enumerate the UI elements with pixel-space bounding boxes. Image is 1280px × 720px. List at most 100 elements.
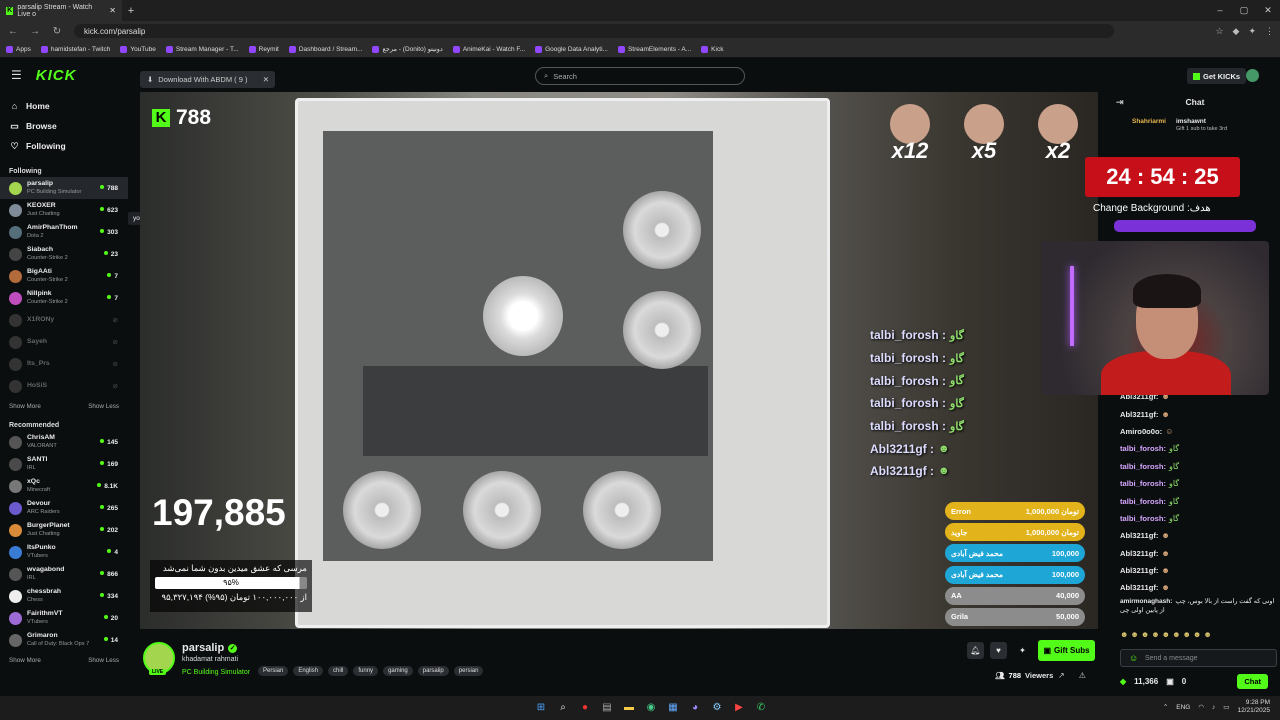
collapse-chat-icon[interactable]: ⇥ xyxy=(1116,97,1124,108)
star-icon[interactable]: ☆ xyxy=(1215,26,1223,37)
bookmark-item[interactable]: AnimeKai - Watch F... xyxy=(452,45,525,53)
sidebar-channel[interactable]: Siabach Counter-Strike 2 23 xyxy=(0,243,128,265)
sidebar-channel[interactable]: HoSiS ⊘ xyxy=(0,375,128,397)
share-icon[interactable]: ↗ xyxy=(1058,671,1065,680)
sidebar-nav-home[interactable]: ⌂ Home xyxy=(0,96,128,116)
forward-icon[interactable]: → xyxy=(28,26,42,37)
search-icon[interactable]: ⌕ xyxy=(555,700,571,716)
whatsapp-icon[interactable]: ✆ xyxy=(753,700,769,716)
windows-start-icon[interactable]: ⊞ xyxy=(533,700,549,716)
video-player[interactable]: K 788 x12 x5 x2 talbi_forosh : گاو talbi_foro… xyxy=(140,92,1098,629)
sidebar-channel[interactable]: FairithmVT VTubers 20 xyxy=(0,607,128,629)
stream-tag[interactable]: gaming xyxy=(383,666,413,676)
sidebar-channel[interactable]: chessbrah Chess 334 xyxy=(0,585,128,607)
media-player-icon[interactable]: ▶ xyxy=(731,700,747,716)
file-explorer-icon[interactable]: ▬ xyxy=(621,700,637,716)
browser-tab[interactable]: K parsalip Stream - Watch Live o ✕ xyxy=(0,0,122,21)
steam-icon[interactable]: ⚙ xyxy=(709,700,725,716)
chat-username[interactable]: amirmonaghash: xyxy=(1120,598,1172,605)
stream-tag[interactable]: chill xyxy=(328,666,349,676)
new-tab-button[interactable]: + xyxy=(122,5,140,17)
sidebar-channel[interactable]: xQc Minecraft 8.1K xyxy=(0,475,128,497)
puzzle-icon[interactable]: ✦ xyxy=(1248,26,1256,37)
close-icon[interactable]: ✕ xyxy=(263,75,269,84)
sidebar-channel[interactable]: Sayeh ⊘ xyxy=(0,331,128,353)
minimize-icon[interactable]: – xyxy=(1208,5,1232,16)
chat-username[interactable]: talbi_forosh: xyxy=(1120,462,1166,471)
discord-icon[interactable]: ◕ xyxy=(687,700,703,716)
bookmark-item[interactable]: Google Data Analyti... xyxy=(535,45,608,53)
maximize-icon[interactable]: ▢ xyxy=(1232,5,1256,16)
bookmark-item[interactable]: Kick xyxy=(701,45,723,53)
chat-username[interactable]: Abl3211gf: xyxy=(1120,410,1158,419)
chat-username[interactable]: talbi_forosh: xyxy=(1120,514,1166,523)
sidebar-channel[interactable]: BurgerPlanet Just Chatting 202 xyxy=(0,519,128,541)
sidebar-channel[interactable]: KEOXER Just Chatting 623 xyxy=(0,199,128,221)
chat-username[interactable]: Abl3211gf: xyxy=(1120,566,1158,575)
notification-bell-icon[interactable]: 🔔︎ xyxy=(967,642,984,659)
sidebar-channel[interactable]: Grimaron Call of Duty: Black Ops 7 14 xyxy=(0,629,128,651)
wifi-icon[interactable]: ◠ xyxy=(1198,703,1204,711)
terminal-app-icon[interactable]: ▤ xyxy=(599,700,615,716)
show-more-following[interactable]: Show More xyxy=(9,403,41,410)
gift-subs-button[interactable]: ▣ Gift Subs xyxy=(1038,640,1095,661)
sidebar-channel[interactable]: wvagabond IRL 866 xyxy=(0,563,128,585)
store-icon[interactable]: ▦ xyxy=(665,700,681,716)
streamer-name[interactable]: parsalip xyxy=(182,642,224,654)
report-icon[interactable]: ⚠ xyxy=(1079,671,1086,680)
chrome-icon[interactable]: ◉ xyxy=(643,700,659,716)
bookmark-item[interactable]: مرجع - (Donito) دونیتو xyxy=(372,45,443,53)
bookmark-item[interactable]: Dashboard / Stream... xyxy=(288,45,362,53)
clock[interactable]: 9:28 PM 12/21/2025 xyxy=(1237,699,1270,715)
close-window-icon[interactable]: ✕ xyxy=(1256,5,1280,16)
stream-tag[interactable]: persian xyxy=(453,666,484,676)
lang-indicator[interactable]: ENG xyxy=(1176,704,1190,711)
user-avatar[interactable] xyxy=(1246,69,1259,82)
bookmark-item[interactable]: Reymit xyxy=(248,45,279,53)
bookmark-item[interactable]: YouTube xyxy=(120,45,156,53)
hamburger-menu-icon[interactable]: ☰ xyxy=(11,68,22,82)
bookmark-item[interactable]: hamidstefan - Twitch xyxy=(40,45,110,53)
tray-arrow-icon[interactable]: ⌃ xyxy=(1163,703,1168,711)
more-options-icon[interactable]: ✦ xyxy=(1014,642,1031,659)
back-icon[interactable]: ← xyxy=(6,26,20,37)
stream-tag[interactable]: parsalip xyxy=(417,666,449,676)
show-more-recommended[interactable]: Show More xyxy=(9,657,41,664)
show-less-recommended[interactable]: Show Less xyxy=(88,657,119,664)
show-less-following[interactable]: Show Less xyxy=(88,403,119,410)
sidebar-channel[interactable]: ChrisAM VALORANT 145 xyxy=(0,431,128,453)
stream-tag[interactable]: Persian xyxy=(258,666,289,676)
record-app-icon[interactable]: ● xyxy=(577,700,593,716)
extension-icon[interactable]: ◆ xyxy=(1233,26,1240,37)
chat-username[interactable]: talbi_forosh: xyxy=(1120,497,1166,506)
chat-username[interactable]: talbi_forosh: xyxy=(1120,479,1166,488)
get-kicks-button[interactable]: Get KICKs xyxy=(1187,68,1247,84)
pinned-gift-banner[interactable]: Shahriarmi imshawnt Gift 1 sub to take 3… xyxy=(1110,112,1280,136)
stream-tag[interactable]: funny xyxy=(353,666,379,676)
chat-username[interactable]: talbi_forosh: xyxy=(1120,444,1166,453)
menu-dots-icon[interactable]: ⋮ xyxy=(1265,26,1274,37)
close-tab-icon[interactable]: ✕ xyxy=(109,6,116,15)
sidebar-channel[interactable]: AmirPhanThom Dota 2 303 xyxy=(0,221,128,243)
kick-logo[interactable]: KICK xyxy=(36,67,77,84)
reload-icon[interactable]: ↻ xyxy=(50,26,64,37)
download-extension-button[interactable]: ⬇ Download With ABDM ( 9 ) ✕ xyxy=(140,71,275,88)
volume-icon[interactable]: ♪ xyxy=(1212,704,1215,711)
url-input[interactable]: kick.com/parsalip xyxy=(74,24,1114,38)
sidebar-channel[interactable]: Devour ARC Raiders 265 xyxy=(0,497,128,519)
sidebar-channel[interactable]: Nillpink Counter-Strike 2 7 xyxy=(0,287,128,309)
chat-username[interactable]: Amiro0o0o: xyxy=(1120,427,1162,436)
chat-username[interactable]: Abl3211gf: xyxy=(1120,549,1158,558)
follow-heart-icon[interactable]: ♥ xyxy=(990,642,1007,659)
bookmark-item[interactable]: StreamElements - A... xyxy=(617,45,691,53)
sidebar-nav-browse[interactable]: ▭ Browse xyxy=(0,116,128,136)
sidebar-channel[interactable]: parsalip PC Building Simulator 788 xyxy=(0,177,128,199)
sidebar-channel[interactable]: Its_Prs ⊘ xyxy=(0,353,128,375)
bookmark-item[interactable]: Apps xyxy=(6,45,31,53)
stream-tag[interactable]: English xyxy=(293,666,324,676)
sidebar-nav-following[interactable]: ♡ Following xyxy=(0,136,128,156)
chat-input[interactable]: Send a message xyxy=(1120,649,1277,667)
battery-icon[interactable]: ▭ xyxy=(1223,703,1229,711)
sidebar-channel[interactable]: X1RONy ⊘ xyxy=(0,309,128,331)
chat-username[interactable]: Abl3211gf: xyxy=(1120,531,1158,540)
